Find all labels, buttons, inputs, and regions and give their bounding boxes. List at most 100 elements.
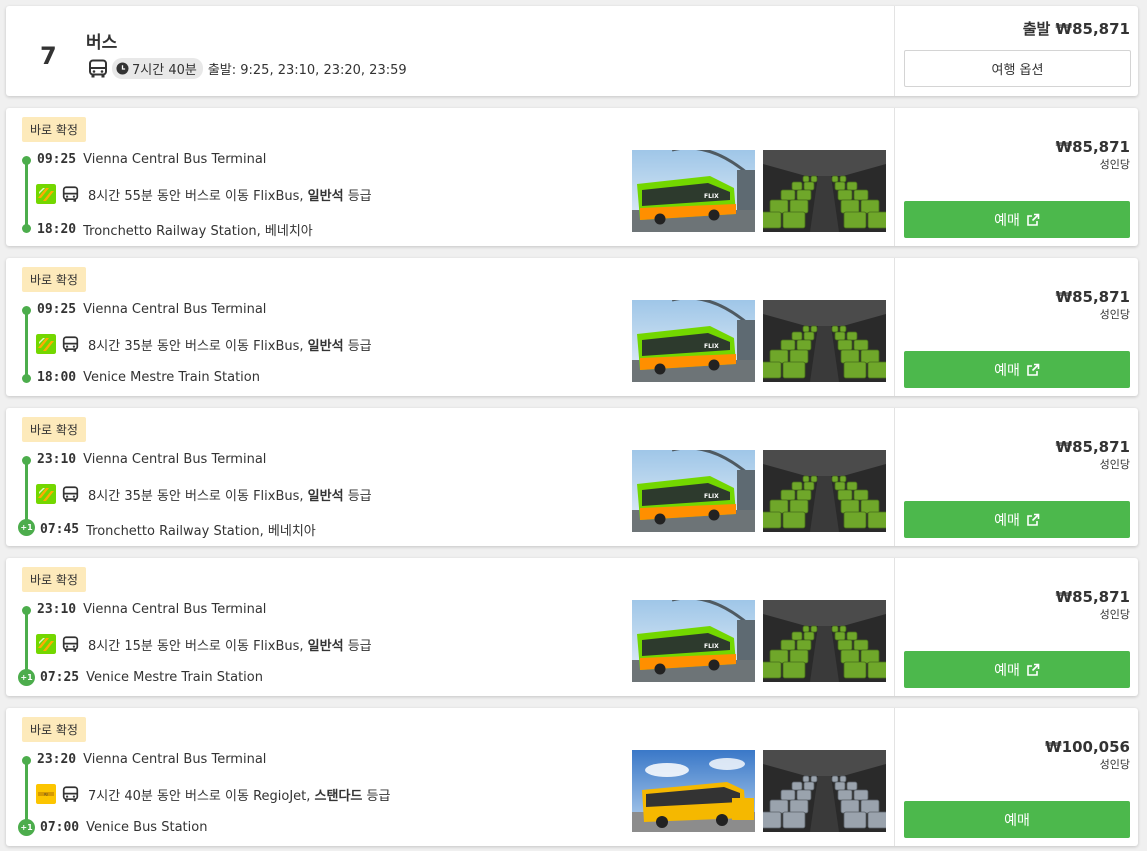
bus-exterior-photo[interactable]: FLIX (632, 300, 755, 382)
from-price: 출발 ₩85,871 (1022, 20, 1130, 38)
flixbus-bus-image: FLIX (632, 150, 755, 232)
departure-station: Vienna Central Bus Terminal (83, 152, 267, 167)
seat-class: 일반석 (307, 188, 344, 204)
instant-confirm-badge: 바로 확정 (22, 417, 86, 442)
departure-row: 09:25 Vienna Central Bus Terminal (37, 152, 266, 167)
departure-station: Vienna Central Bus Terminal (83, 752, 267, 767)
segment-row: 8시간 35분 동안 버스로 이동 FlixBus, 일반석 등급 (36, 484, 372, 504)
flixbus-bus-image: FLIX (632, 600, 755, 682)
trip-price: ₩85,871 (1055, 438, 1130, 456)
book-button[interactable]: 예매 (904, 501, 1130, 538)
book-button[interactable]: 예매 (904, 351, 1130, 388)
bus-icon (62, 485, 79, 502)
bus-icon (62, 785, 79, 802)
flixbus-logo-icon (36, 184, 56, 204)
book-button[interactable]: 예매 (904, 201, 1130, 238)
trip-booking: ₩85,871 성인당 예매 (894, 258, 1138, 396)
svg-text:FLIX: FLIX (704, 643, 719, 650)
book-label: 예매 (994, 362, 1020, 379)
seat-class: 일반석 (307, 638, 344, 654)
bus-interior-photo[interactable] (763, 750, 886, 832)
trip-card[interactable]: 바로 확정 +1 23:20 Vienna Central Bus Termin… (6, 708, 1138, 846)
route-summary-card[interactable]: 7 버스 7시간 40분 출발: 9:25, 23:10, 23:20, 23:… (6, 6, 1138, 96)
trip-card[interactable]: 바로 확정 09:25 Vienna Central Bus Terminal … (6, 108, 1138, 246)
arrival-station: Tronchetto Railway Station, 베네치아 (83, 224, 313, 239)
departure-dot (22, 456, 31, 465)
departure-dot (22, 306, 31, 315)
external-link-icon (1027, 363, 1040, 376)
departure-station: Vienna Central Bus Terminal (83, 602, 267, 617)
svg-text:FLIX: FLIX (704, 343, 719, 350)
arrival-station: Venice Mestre Train Station (86, 670, 263, 685)
clock-icon (116, 62, 129, 75)
segment-row: 8시간 55분 동안 버스로 이동 FlixBus, 일반석 등급 (36, 184, 372, 204)
instant-confirm-badge: 바로 확정 (22, 567, 86, 592)
seat-class: 일반석 (307, 338, 344, 354)
departure-row: 23:20 Vienna Central Bus Terminal (37, 752, 266, 767)
next-day-badge: +1 (18, 519, 35, 536)
duration-text: 7시간 40분 (132, 63, 197, 78)
instant-confirm-badge: 바로 확정 (22, 717, 86, 742)
trip-card[interactable]: 바로 확정 +1 23:10 Vienna Central Bus Termin… (6, 408, 1138, 546)
book-label: 예매 (994, 662, 1020, 679)
bus-interior-photo[interactable] (763, 600, 886, 682)
travel-options-button[interactable]: 여행 옵션 (904, 50, 1131, 87)
bus-exterior-photo[interactable]: FLIX (632, 450, 755, 532)
arrival-row: 07:25 Venice Mestre Train Station (40, 670, 263, 685)
arrival-station: Venice Mestre Train Station (83, 370, 260, 385)
next-day-badge: +1 (18, 669, 35, 686)
book-button[interactable]: 예매 (904, 651, 1130, 688)
bus-exterior-photo[interactable]: FLIX (632, 600, 755, 682)
arrival-time: 18:00 (37, 370, 77, 385)
book-label: 예매 (994, 512, 1020, 529)
trip-card[interactable]: 바로 확정 09:25 Vienna Central Bus Terminal … (6, 258, 1138, 396)
bus-icon (62, 185, 79, 202)
arrival-station: Venice Bus Station (86, 820, 208, 835)
timeline-line (25, 161, 28, 229)
departure-time: 09:25 (37, 302, 77, 317)
arrival-time: 07:45 (40, 522, 80, 537)
bus-interior-photo[interactable] (763, 150, 886, 232)
external-link-icon (1027, 513, 1040, 526)
flixbus-interior-image (763, 600, 886, 682)
regiojet-interior-image (763, 750, 886, 832)
book-label: 예매 (994, 212, 1020, 229)
timeline-line (25, 311, 28, 379)
book-button[interactable]: 예매 (904, 801, 1130, 838)
arrival-dot (22, 374, 31, 383)
bus-exterior-photo[interactable]: FLIX (632, 150, 755, 232)
regiojet-logo-icon: RJ (36, 784, 56, 804)
bus-interior-photo[interactable] (763, 300, 886, 382)
departure-station: Vienna Central Bus Terminal (83, 452, 267, 467)
arrival-time: 07:00 (40, 820, 80, 835)
svg-text:FLIX: FLIX (704, 193, 719, 200)
departure-row: 23:10 Vienna Central Bus Terminal (37, 452, 266, 467)
price-per-adult: 성인당 (1099, 758, 1130, 771)
external-link-icon (1027, 663, 1040, 676)
segment-description: 8시간 35분 동안 버스로 이동 FlixBus, 일반석 등급 (88, 488, 372, 504)
bus-interior-photo[interactable] (763, 450, 886, 532)
bus-exterior-photo[interactable] (632, 750, 755, 832)
segment-row: 8시간 35분 동안 버스로 이동 FlixBus, 일반석 등급 (36, 334, 372, 354)
price-per-adult: 성인당 (1099, 608, 1130, 621)
segment-row: 8시간 15분 동안 버스로 이동 FlixBus, 일반석 등급 (36, 634, 372, 654)
trip-details: 바로 확정 09:25 Vienna Central Bus Terminal … (6, 258, 894, 396)
segment-description: 7시간 40분 동안 버스로 이동 RegioJet, 스탠다드 등급 (88, 788, 391, 804)
transport-mode-title: 버스 (86, 33, 118, 53)
departure-dot (22, 606, 31, 615)
flixbus-bus-image: FLIX (632, 450, 755, 532)
segment-description: 8시간 35분 동안 버스로 이동 FlixBus, 일반석 등급 (88, 338, 372, 354)
departure-time: 09:25 (37, 152, 77, 167)
arrival-station: Tronchetto Railway Station, 베네치아 (86, 524, 316, 539)
departure-time: 23:20 (37, 752, 77, 767)
external-link-icon (1027, 213, 1040, 226)
trip-details: 바로 확정 +1 23:20 Vienna Central Bus Termin… (6, 708, 894, 846)
departure-time: 23:10 (37, 452, 77, 467)
departure-row: 09:25 Vienna Central Bus Terminal (37, 302, 266, 317)
trip-booking: ₩85,871 성인당 예매 (894, 408, 1138, 546)
book-label: 예매 (1004, 812, 1030, 829)
instant-confirm-badge: 바로 확정 (22, 267, 86, 292)
seat-class: 스탠다드 (314, 788, 363, 804)
arrival-row: 07:45 Tronchetto Railway Station, 베네치아 (40, 520, 316, 539)
trip-card[interactable]: 바로 확정 +1 23:10 Vienna Central Bus Termin… (6, 558, 1138, 696)
